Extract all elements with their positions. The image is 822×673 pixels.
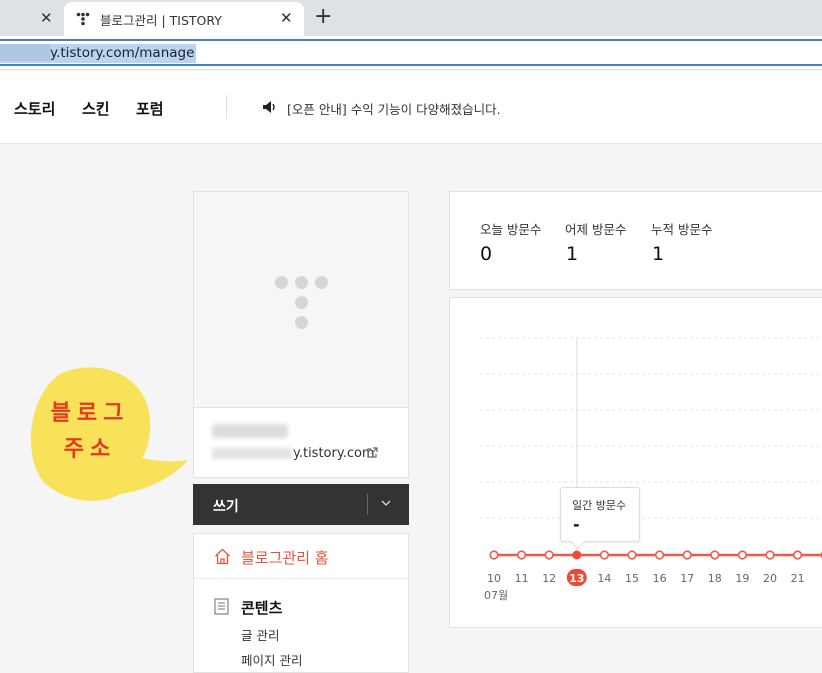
write-button[interactable]: 쓰기 — [193, 484, 409, 525]
side-menu: 블로그관리 홈 콘텐츠 글 관리 페이지 관리 — [193, 533, 409, 673]
header-divider — [226, 95, 227, 119]
url-redacted — [0, 44, 50, 61]
data-point — [601, 551, 609, 559]
annotation-line-2: 주소 — [50, 432, 130, 468]
visitor-stats-card: 오늘 방문수 0 어제 방문수 1 누적 방문수 1 — [449, 191, 822, 290]
new-tab-button[interactable]: + — [314, 4, 332, 29]
data-point — [683, 551, 691, 559]
data-point — [656, 551, 664, 559]
data-point — [739, 551, 747, 559]
active-tab[interactable]: 블로그관리 | TISTORY ✕ — [64, 2, 304, 36]
total-visits-label: 누적 방문수 — [651, 219, 712, 238]
blog-name-redacted — [212, 424, 288, 438]
blog-url[interactable]: y.tistory.com — [212, 446, 375, 461]
url-selection: y.tistory.com/manage — [0, 44, 196, 63]
x-tick-label: 11 — [515, 572, 529, 585]
x-tick-label: 14 — [597, 572, 611, 585]
x-tick-label: 21 — [791, 572, 805, 585]
logo-dot — [275, 276, 288, 289]
data-point — [794, 551, 802, 559]
home-icon — [214, 548, 231, 565]
profile-card: y.tistory.com — [193, 191, 409, 478]
previous-tab[interactable]: ✕ — [0, 0, 64, 36]
speaker-icon — [262, 100, 278, 114]
menu-content-label[interactable]: 콘텐츠 — [241, 597, 282, 618]
nav-story[interactable]: 스토리 — [14, 98, 55, 119]
today-visits-value: 0 — [480, 243, 492, 265]
x-tick-label: 13 — [569, 572, 584, 585]
yesterday-visits-label: 어제 방문수 — [565, 219, 626, 238]
today-visits-label: 오늘 방문수 — [480, 219, 541, 238]
blog-url-redacted — [212, 448, 292, 459]
x-tick-label: 18 — [708, 572, 722, 585]
profile-image — [194, 192, 408, 408]
tooltip-title: 일간 방문수 — [572, 497, 626, 513]
annotation-text: 블로그 주소 — [50, 396, 130, 468]
x-tick-label: 16 — [653, 572, 667, 585]
write-divider — [367, 494, 368, 515]
menu-home[interactable]: 블로그관리 홈 — [194, 534, 408, 579]
x-tick-label: 10 — [487, 572, 501, 585]
site-header: 스토리 스킨 포럼 [오픈 안내] 수익 기능이 다양해졌습니다. — [0, 71, 822, 144]
logo-dot — [315, 276, 328, 289]
x-tick-label: 17 — [680, 572, 694, 585]
x-tick-label: 15 — [625, 572, 639, 585]
logo-dot — [295, 296, 308, 309]
data-point — [518, 551, 526, 559]
annotation-line-1: 블로그 — [50, 396, 130, 432]
menu-home-label: 블로그관리 홈 — [241, 547, 329, 568]
yesterday-visits-value: 1 — [566, 243, 578, 265]
tistory-favicon-icon — [76, 12, 90, 26]
x-tick-label: 12 — [542, 572, 556, 585]
url-text: y.tistory.com/manage — [50, 44, 194, 63]
total-visits-value: 1 — [652, 243, 664, 265]
logo-dot — [295, 316, 308, 329]
nav-skin[interactable]: 스킨 — [82, 98, 110, 119]
blog-url-text: y.tistory.com — [293, 446, 375, 461]
data-point — [766, 551, 774, 559]
logo-dot — [295, 276, 308, 289]
daily-visits-chart: 101112131415161718192021207월 일간 방문수 - — [449, 297, 822, 628]
tab-title: 블로그관리 | TISTORY — [100, 10, 222, 29]
x-axis-month-label: 07월 — [484, 589, 508, 602]
close-icon[interactable]: ✕ — [40, 9, 53, 27]
document-icon — [214, 598, 229, 615]
x-tick-label: 19 — [735, 572, 749, 585]
chart-tooltip: 일간 방문수 - — [560, 487, 640, 542]
chevron-down-icon[interactable] — [380, 497, 392, 509]
external-link-icon[interactable] — [366, 447, 378, 459]
tooltip-value: - — [573, 515, 580, 534]
data-point — [711, 551, 719, 559]
address-bar[interactable]: y.tistory.com/manage — [0, 36, 822, 70]
write-label: 쓰기 — [213, 496, 239, 516]
x-tick-label: 20 — [763, 572, 777, 585]
notice-text[interactable]: [오픈 안내] 수익 기능이 다양해졌습니다. — [287, 99, 501, 118]
close-icon[interactable]: ✕ — [280, 9, 293, 27]
nav-forum[interactable]: 포럼 — [136, 98, 164, 119]
data-point-selected — [572, 551, 581, 560]
chart-canvas: 101112131415161718192021207월 — [450, 298, 822, 627]
data-point — [545, 551, 553, 559]
menu-sub-post-manage[interactable]: 글 관리 — [241, 625, 279, 644]
url-field[interactable]: y.tistory.com/manage — [0, 39, 822, 66]
data-point — [490, 551, 498, 559]
data-point — [628, 551, 636, 559]
browser-tab-bar: ✕ 블로그관리 | TISTORY ✕ + — [0, 0, 822, 36]
